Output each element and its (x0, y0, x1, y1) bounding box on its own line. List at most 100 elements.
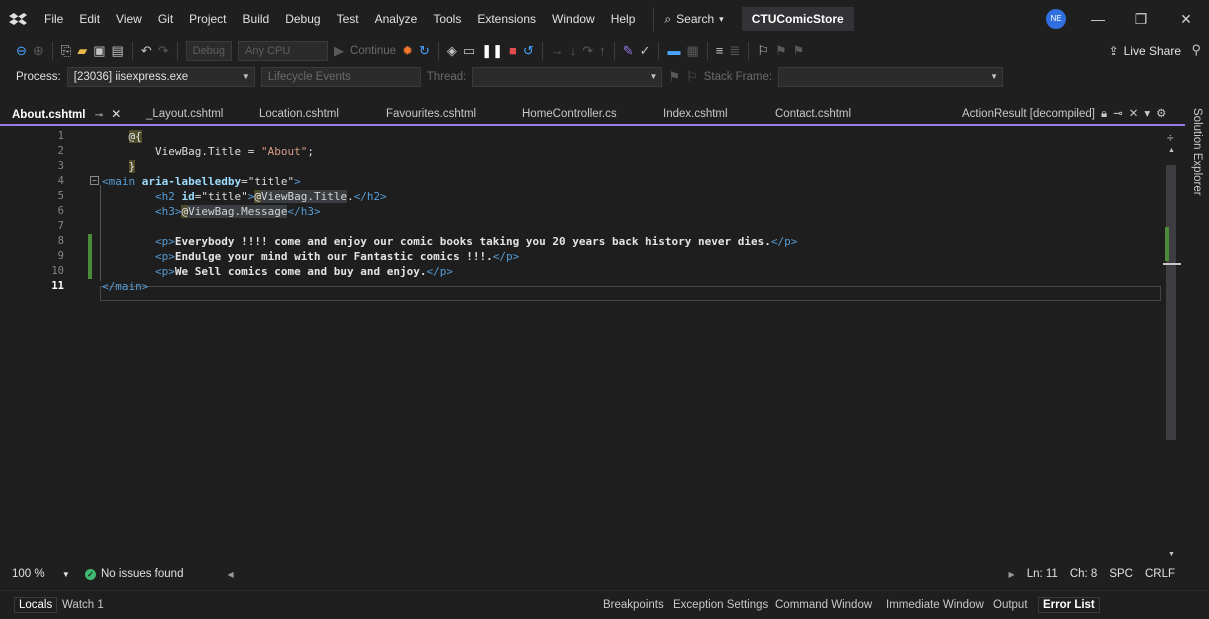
solution-platform-combo[interactable]: Any CPU (238, 41, 329, 61)
line-ending-indicator[interactable]: CRLF (1145, 568, 1175, 580)
feedback-icon[interactable]: ⚲ (1191, 42, 1201, 58)
menu-extensions[interactable]: Extensions (469, 0, 544, 38)
scroll-left-icon[interactable]: ◀ (227, 570, 233, 579)
stack-frame-combo[interactable]: ▼ (778, 67, 1004, 87)
restore-button[interactable]: ❐ (1118, 0, 1164, 38)
tab-favourites-cshtml[interactable]: Favourites.cshtml (374, 104, 476, 124)
start-icon[interactable]: ▶ (334, 38, 344, 64)
pin-icon[interactable]: ⊸ (1113, 104, 1123, 124)
comment-icon[interactable]: ≡ (716, 38, 724, 64)
menu-project[interactable]: Project (181, 0, 234, 38)
tab-exception-settings[interactable]: Exception Settings (673, 599, 768, 611)
step-into-icon[interactable]: ↓ (570, 38, 577, 64)
zoom-level: 100 % (12, 568, 45, 580)
menu-file[interactable]: File (36, 0, 71, 38)
search-box[interactable]: ⌕ Search ▾ (653, 7, 733, 31)
settings-gear-icon[interactable]: ⚙ (1156, 104, 1166, 124)
menu-view[interactable]: View (108, 0, 150, 38)
restart-icon[interactable]: ↻ (419, 38, 430, 64)
visual-studio-logo-icon[interactable] (0, 0, 36, 38)
tab-contact-cshtml[interactable]: Contact.cshtml (763, 104, 851, 124)
tab-actionresult-decompiled[interactable]: ActionResult [decompiled] 🔒︎ ⊸ ✕ ▾ ⚙ (962, 104, 1166, 124)
tab-index-cshtml[interactable]: Index.cshtml (651, 104, 728, 124)
process-combo[interactable]: [23036] iisexpress.exe ▼ (66, 67, 255, 87)
thread-label: Thread: (426, 71, 467, 83)
tab-breakpoints[interactable]: Breakpoints (603, 599, 664, 611)
stop-icon[interactable]: ■ (509, 38, 517, 64)
tab-error-list[interactable]: Error List (1038, 597, 1100, 613)
menu-tools[interactable]: Tools (425, 0, 469, 38)
toggle-table-icon[interactable]: ▦ (686, 38, 698, 64)
tab-homecontroller-cs[interactable]: HomeController.cs (510, 104, 617, 124)
line-indicator[interactable]: Ln: 11 (1027, 568, 1058, 580)
code-editor[interactable]: 1 2 3 4 5 6 7 8 9 10 11 − @{ ViewBag.Tit… (16, 127, 1181, 565)
scroll-up-icon[interactable]: ▲ (1168, 147, 1175, 154)
close-tab-icon[interactable]: ✕ (1129, 104, 1139, 124)
menu-help[interactable]: Help (603, 0, 644, 38)
flag-thread-icon[interactable]: ⚑ (668, 64, 680, 90)
solution-explorer-dock[interactable]: Solution Explorer (1185, 104, 1209, 584)
solution-configuration-combo[interactable]: Debug (185, 41, 233, 61)
spell-check-icon[interactable]: ✓ (640, 38, 651, 64)
step-out-icon[interactable]: ↑ (599, 38, 606, 64)
menu-git[interactable]: Git (150, 0, 181, 38)
pause-icon[interactable]: ❚❚ (481, 38, 503, 64)
menu-build[interactable]: Build (235, 0, 278, 38)
undo-icon[interactable]: ↶ (141, 38, 152, 64)
minimize-button[interactable]: — (1075, 0, 1121, 38)
zoom-level-combo[interactable]: 100 % ▼ (0, 568, 85, 580)
save-icon[interactable]: ▣ (93, 38, 105, 64)
open-file-icon[interactable]: ▰ (77, 38, 87, 64)
pin-icon[interactable]: ⊸ (95, 110, 103, 121)
close-tab-icon[interactable]: ✕ (111, 107, 121, 121)
menu-analyze[interactable]: Analyze (367, 0, 426, 38)
tab-watch-1[interactable]: Watch 1 (62, 599, 104, 611)
diagnostic-tools-icon[interactable]: ▭ (463, 38, 475, 64)
menu-debug[interactable]: Debug (277, 0, 328, 38)
redo-icon[interactable]: ↷ (158, 38, 169, 64)
char-indicator[interactable]: Ch: 8 (1070, 568, 1098, 580)
collapse-region-icon[interactable]: − (90, 176, 99, 185)
scrollbar-thumb[interactable] (1166, 165, 1176, 440)
previous-bookmark-icon[interactable]: ⚑ (775, 38, 787, 64)
menu-test[interactable]: Test (329, 0, 367, 38)
continue-label[interactable]: Continue (350, 45, 396, 57)
save-all-icon[interactable]: ▤ (112, 38, 124, 64)
restart-debug-icon[interactable]: ↺ (523, 38, 534, 64)
editor-vertical-scrollbar[interactable]: ÷ ▲ ▼ (1163, 127, 1181, 565)
code-attribute: id (181, 190, 195, 203)
tab-about-cshtml[interactable]: About.cshtml ⊸ ✕ (0, 104, 134, 124)
tab-locals[interactable]: Locals (14, 597, 58, 613)
avatar[interactable]: NE (1046, 9, 1066, 29)
scroll-down-icon[interactable]: ▼ (1168, 551, 1175, 558)
tab-command-window[interactable]: Command Window (775, 599, 872, 611)
new-project-icon[interactable]: ⎘ (61, 38, 71, 64)
thread-combo[interactable]: ▼ (472, 67, 663, 87)
tab-layout-cshtml[interactable]: _Layout.cshtml (134, 104, 223, 124)
browser-link-icon[interactable]: ◈ (447, 38, 457, 64)
navigate-forward-icon[interactable]: ⊕ (33, 38, 44, 64)
scroll-right-icon[interactable]: ▶ (1009, 570, 1015, 579)
navigate-back-icon[interactable]: ⊖ (16, 38, 27, 64)
live-share-button[interactable]: ⇪ Live Share (1109, 38, 1181, 64)
menu-window[interactable]: Window (544, 0, 603, 38)
issues-indicator[interactable]: ✓ No issues found (85, 568, 183, 580)
code-cleanup-icon[interactable]: ✎ (623, 38, 634, 64)
show-next-statement-icon[interactable]: → (551, 38, 564, 64)
tab-output[interactable]: Output (993, 599, 1028, 611)
show-threads-icon[interactable]: ⚐ (686, 64, 698, 90)
step-over-icon[interactable]: ↷ (582, 38, 593, 64)
tab-overflow-icon[interactable]: ▾ (1144, 104, 1150, 124)
hot-reload-icon[interactable]: ✹ (402, 38, 413, 64)
format-document-icon[interactable]: ▬ (667, 38, 680, 64)
tab-immediate-window[interactable]: Immediate Window (886, 599, 984, 611)
next-bookmark-icon[interactable]: ⚑ (793, 38, 805, 64)
menu-edit[interactable]: Edit (71, 0, 108, 38)
split-window-icon[interactable]: ÷ (1167, 131, 1174, 145)
uncomment-icon[interactable]: ≣ (729, 38, 740, 64)
lifecycle-events-combo[interactable]: Lifecycle Events (260, 67, 421, 87)
close-window-button[interactable]: ✕ (1163, 0, 1209, 38)
bookmark-icon[interactable]: ⚐ (757, 38, 769, 64)
whitespace-indicator[interactable]: SPC (1109, 568, 1133, 580)
tab-location-cshtml[interactable]: Location.cshtml (247, 104, 339, 124)
